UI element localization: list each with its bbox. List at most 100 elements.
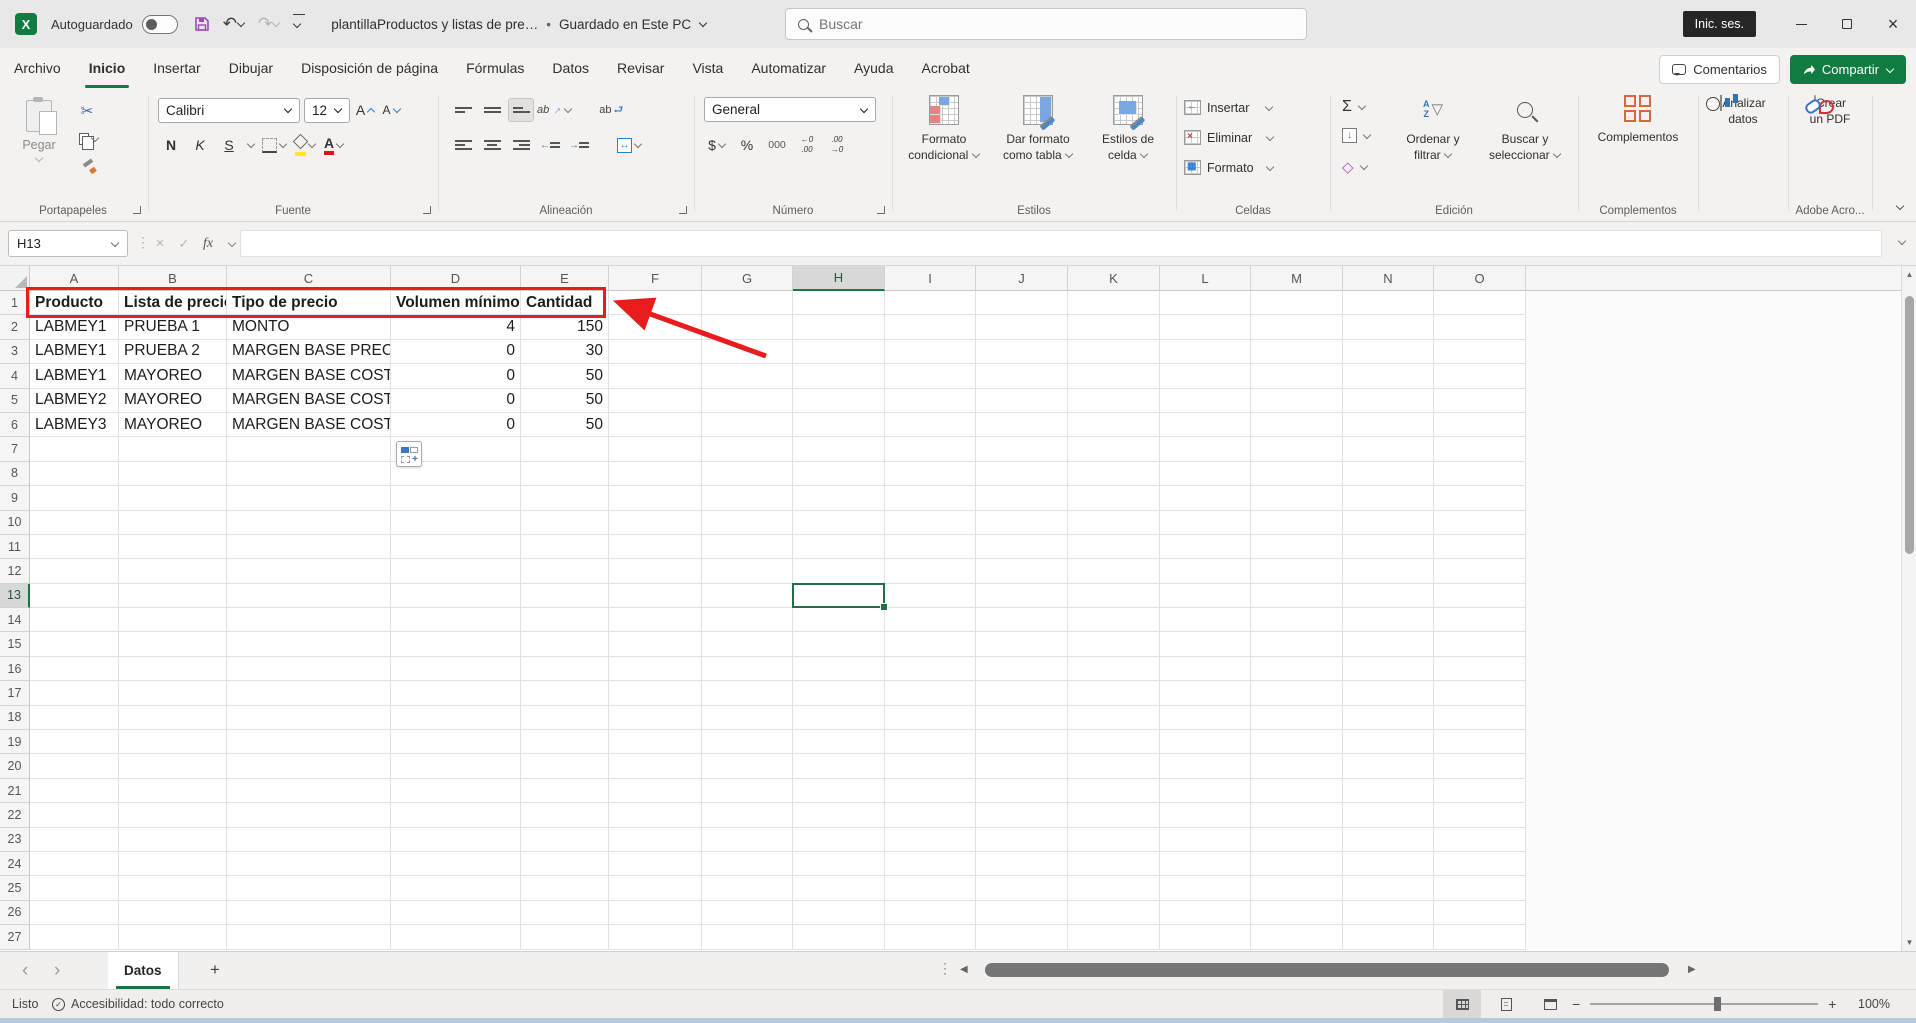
cell-M8[interactable] [1251,462,1343,486]
align-top-button[interactable] [450,98,476,122]
font-dialog-launcher[interactable] [423,206,431,214]
cell-C4[interactable]: MARGEN BASE COSTO [227,364,391,388]
scrollbar-options-icon[interactable]: ⋮ [938,960,952,977]
cell-F26[interactable] [609,901,702,925]
cell-C27[interactable] [227,925,391,949]
cell-E18[interactable] [521,706,609,730]
cell-N23[interactable] [1343,828,1434,852]
cell-B11[interactable] [119,535,227,559]
cell-F15[interactable] [609,632,702,656]
cell-A23[interactable] [30,828,119,852]
zoom-out-button[interactable]: − [1572,996,1580,1012]
cell-L24[interactable] [1160,852,1251,876]
cell-I9[interactable] [885,486,976,510]
increase-indent-button[interactable]: → [566,133,592,157]
cell-I22[interactable] [885,803,976,827]
format-painter-button[interactable] [78,154,100,180]
cell-B8[interactable] [119,462,227,486]
cell-C6[interactable]: MARGEN BASE COSTO [227,413,391,437]
cell-O4[interactable] [1434,364,1526,388]
cell-H11[interactable] [793,535,885,559]
find-select-button[interactable]: Buscar y seleccionar [1480,95,1570,163]
cell-J12[interactable] [976,559,1068,583]
cell-A18[interactable] [30,706,119,730]
cell-A22[interactable] [30,803,119,827]
cell-N7[interactable] [1343,437,1434,461]
cell-A26[interactable] [30,901,119,925]
cell-A20[interactable] [30,754,119,778]
scroll-up-icon[interactable]: ▲ [1902,270,1916,279]
cell-I4[interactable] [885,364,976,388]
cell-B25[interactable] [119,876,227,900]
cell-O25[interactable] [1434,876,1526,900]
cell-M23[interactable] [1251,828,1343,852]
row-header-21[interactable]: 21 [0,779,30,803]
cell-A9[interactable] [30,486,119,510]
cell-D26[interactable] [391,901,521,925]
cell-B20[interactable] [119,754,227,778]
font-size-combo[interactable]: 12 [304,98,350,123]
merge-center-button[interactable]: ↔ [617,132,642,158]
cell-E4[interactable]: 50 [521,364,609,388]
cell-H24[interactable] [793,852,885,876]
cell-J14[interactable] [976,608,1068,632]
cell-L10[interactable] [1160,511,1251,535]
cell-G16[interactable] [702,657,793,681]
cell-A25[interactable] [30,876,119,900]
cell-N16[interactable] [1343,657,1434,681]
align-middle-button[interactable] [479,98,505,122]
scroll-right-icon[interactable]: ▶ [1688,964,1696,975]
chevron-down-icon[interactable] [247,141,255,149]
cell-C15[interactable] [227,632,391,656]
cell-F20[interactable] [609,754,702,778]
cell-C24[interactable] [227,852,391,876]
scroll-left-icon[interactable]: ◀ [960,964,968,975]
cell-F11[interactable] [609,535,702,559]
cell-M17[interactable] [1251,681,1343,705]
cell-L8[interactable] [1160,462,1251,486]
cell-O15[interactable] [1434,632,1526,656]
row-header-11[interactable]: 11 [0,535,30,559]
cell-D2[interactable]: 4 [391,315,521,339]
cell-D20[interactable] [391,754,521,778]
cell-J13[interactable] [976,584,1068,608]
cell-I3[interactable] [885,340,976,364]
document-title[interactable]: plantillaProductos y listas de pre… • Gu… [331,17,707,32]
collapse-ribbon-button[interactable] [1896,203,1904,211]
cell-E24[interactable] [521,852,609,876]
cell-O23[interactable] [1434,828,1526,852]
cell-I23[interactable] [885,828,976,852]
cell-I13[interactable] [885,584,976,608]
cell-K22[interactable] [1068,803,1160,827]
next-sheet-icon[interactable]: › [54,961,60,980]
cell-B10[interactable] [119,511,227,535]
cell-L6[interactable] [1160,413,1251,437]
save-button[interactable] [194,16,210,32]
cell-C9[interactable] [227,486,391,510]
cell-H20[interactable] [793,754,885,778]
cell-H14[interactable] [793,608,885,632]
zoom-slider-thumb[interactable] [1714,997,1721,1011]
cell-J8[interactable] [976,462,1068,486]
cell-G25[interactable] [702,876,793,900]
cell-G13[interactable] [702,584,793,608]
row-header-27[interactable]: 27 [0,925,30,949]
cell-F16[interactable] [609,657,702,681]
cell-F21[interactable] [609,779,702,803]
tab-archivo[interactable]: Archivo [0,48,75,88]
cell-G11[interactable] [702,535,793,559]
italic-button[interactable]: K [189,132,211,158]
cell-A7[interactable] [30,437,119,461]
cell-I14[interactable] [885,608,976,632]
cell-E5[interactable]: 50 [521,389,609,413]
cell-A10[interactable] [30,511,119,535]
cell-A3[interactable]: LABMEY1 [30,340,119,364]
cell-F19[interactable] [609,730,702,754]
row-header-23[interactable]: 23 [0,828,30,852]
cell-D23[interactable] [391,828,521,852]
cell-E7[interactable] [521,437,609,461]
cell-J19[interactable] [976,730,1068,754]
cell-D6[interactable]: 0 [391,413,521,437]
cell-I12[interactable] [885,559,976,583]
formula-input[interactable] [240,230,1882,257]
